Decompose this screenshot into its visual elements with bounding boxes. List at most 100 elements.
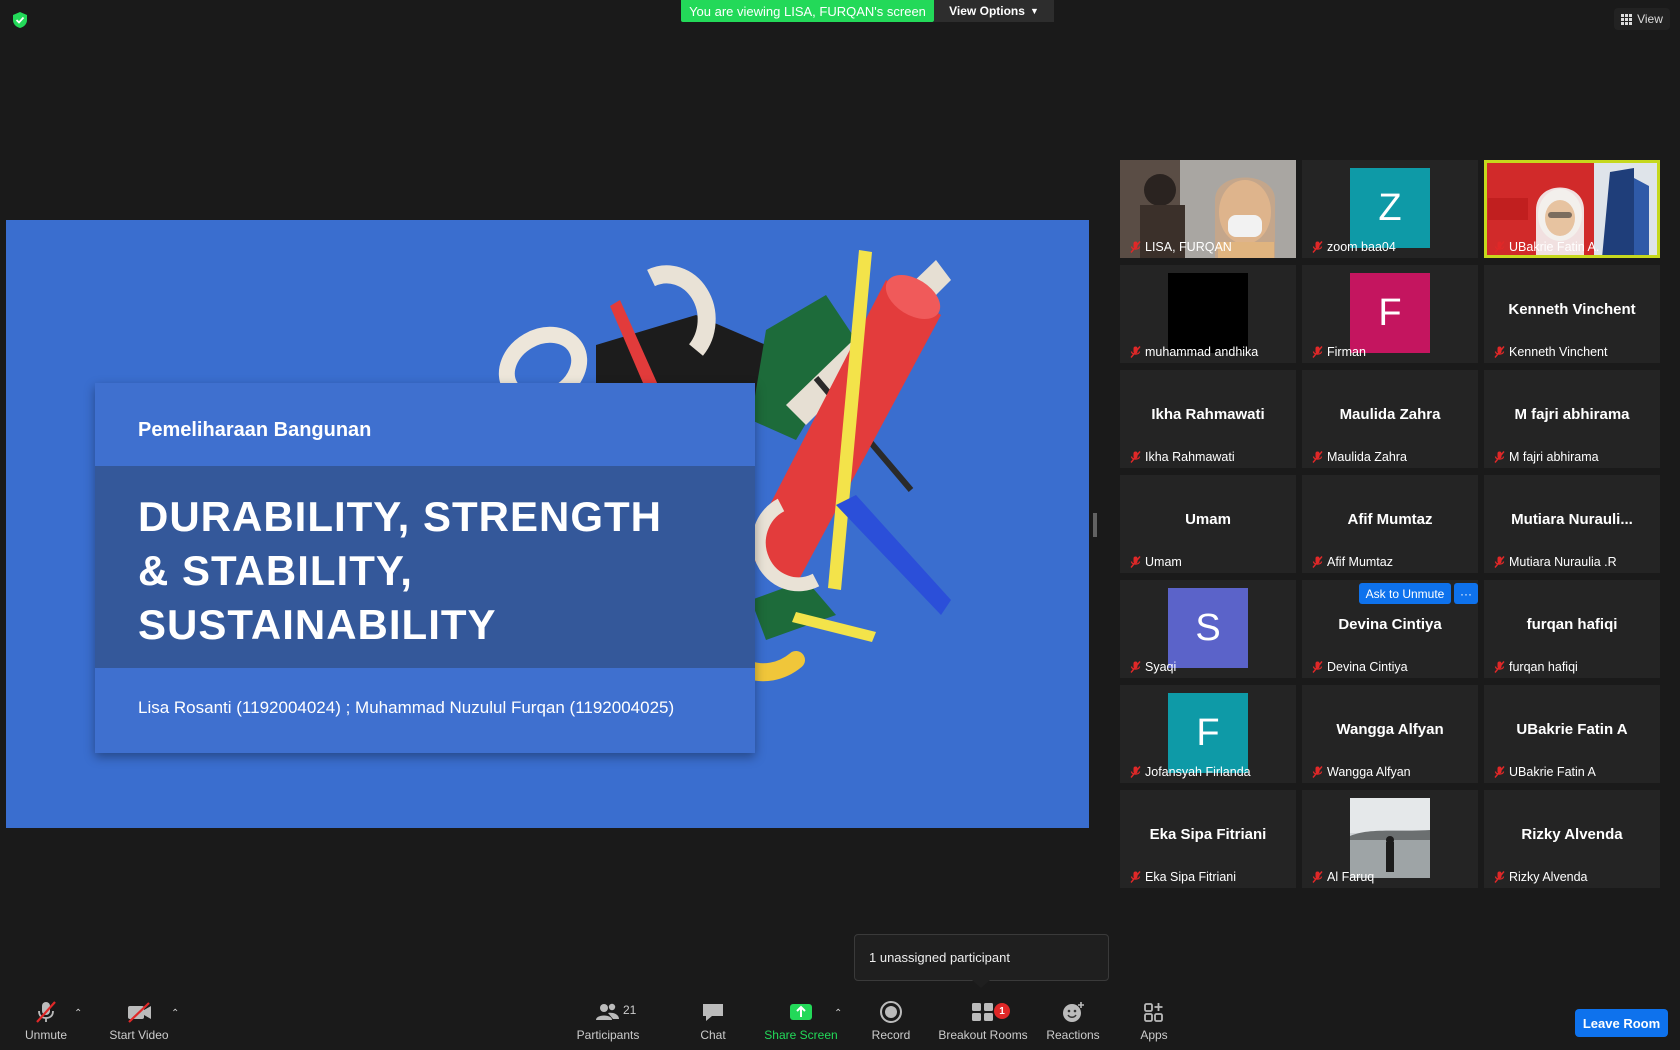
chat-button[interactable]: Chat	[690, 1000, 736, 1050]
participant-name-label: furqan hafiqi	[1494, 660, 1578, 674]
shared-screen-slide[interactable]: Pemeliharaan Bangunan DURABILITY, STRENG…	[6, 220, 1089, 828]
ask-to-unmute-button[interactable]: Ask to Unmute	[1359, 583, 1451, 604]
participant-display-name: Kenneth Vinchent	[1508, 301, 1636, 318]
participant-tile[interactable]: Mutiara Nurauli... Mutiara Nuraulia .R	[1484, 475, 1660, 573]
participant-name: Rizky Alvenda	[1509, 870, 1588, 884]
share-screen-label: Share Screen	[764, 1028, 838, 1042]
view-button[interactable]: View	[1614, 8, 1670, 30]
participant-name: Kenneth Vinchent	[1509, 345, 1608, 359]
participant-name-label: Syaqi	[1130, 660, 1176, 674]
participant-display-name: Umam	[1185, 511, 1231, 528]
participant-tile[interactable]: Ikha Rahmawati Ikha Rahmawati	[1120, 370, 1296, 468]
unmute-button[interactable]: Unmute	[20, 1000, 72, 1050]
slide-title-line: DURABILITY, STRENGTH	[138, 493, 662, 540]
view-options-button[interactable]: View Options ▼	[934, 0, 1054, 22]
microphone-muted-icon	[1312, 556, 1323, 568]
camera-off-icon	[128, 1002, 151, 1023]
unmute-label: Unmute	[24, 1028, 68, 1042]
participant-display-name: Devina Cintiya	[1338, 616, 1442, 633]
security-shield-icon[interactable]	[10, 10, 30, 30]
participant-name-label: muhammad andhika	[1130, 345, 1258, 359]
participant-name-label: Ikha Rahmawati	[1130, 450, 1235, 464]
participant-name: Mutiara Nuraulia .R	[1509, 555, 1617, 569]
participant-tile[interactable]: Rizky Alvenda Rizky Alvenda	[1484, 790, 1660, 888]
participant-tile[interactable]: Kenneth Vinchent Kenneth Vinchent	[1484, 265, 1660, 363]
participant-tile[interactable]: Umam Umam	[1120, 475, 1296, 573]
video-options-caret[interactable]: ⌃	[171, 1008, 179, 1019]
profile-photo	[1350, 798, 1430, 878]
microphone-muted-icon	[1494, 241, 1505, 253]
participant-name: Afif Mumtaz	[1327, 555, 1393, 569]
participant-avatar: Z	[1350, 168, 1430, 248]
grid-icon	[1621, 13, 1633, 25]
screen-share-banner: You are viewing LISA, FURQAN's screen	[681, 0, 934, 22]
participant-tile[interactable]: Al Faruq	[1302, 790, 1478, 888]
microphone-muted-icon	[1494, 451, 1505, 463]
start-video-label: Start Video	[109, 1028, 169, 1042]
participant-tile[interactable]: F Jofansyah Firlanda	[1120, 685, 1296, 783]
microphone-muted-icon	[36, 1001, 56, 1023]
participant-name-label: Umam	[1130, 555, 1182, 569]
participant-name: UBakrie Fatin A.	[1509, 240, 1600, 254]
participant-avatar: S	[1168, 588, 1248, 668]
microphone-muted-icon	[1494, 661, 1505, 673]
participant-tile[interactable]: M fajri abhirama M fajri abhirama	[1484, 370, 1660, 468]
record-button[interactable]: Record	[866, 1000, 916, 1050]
apps-label: Apps	[1140, 1028, 1168, 1042]
participant-tile[interactable]: furqan hafiqi furqan hafiqi	[1484, 580, 1660, 678]
slide-title-line: SUSTAINABILITY	[138, 601, 497, 648]
participant-name: Eka Sipa Fitriani	[1145, 870, 1237, 884]
participant-name-label: LISA, FURQAN	[1130, 240, 1232, 254]
participant-name: Maulida Zahra	[1327, 450, 1407, 464]
card-footer: Lisa Rosanti (1192004024) ; Muhammad Nuz…	[95, 668, 755, 753]
participant-tile[interactable]: UBakrie Fatin A.	[1484, 160, 1660, 258]
more-options-button[interactable]: ···	[1454, 583, 1478, 604]
apps-button[interactable]: Apps	[1138, 1000, 1170, 1050]
participant-tile[interactable]: Zzoom baa04	[1302, 160, 1478, 258]
unassigned-participant-tooltip: 1 unassigned participant	[854, 934, 1109, 981]
participant-name: zoom baa04	[1327, 240, 1396, 254]
participant-name: UBakrie Fatin A	[1509, 765, 1596, 779]
microphone-muted-icon	[1494, 871, 1505, 883]
participant-tile[interactable]: muhammad andhika	[1120, 265, 1296, 363]
start-video-button[interactable]: Start Video	[104, 1000, 174, 1050]
participant-tile[interactable]: Eka Sipa Fitriani Eka Sipa Fitriani	[1120, 790, 1296, 888]
microphone-muted-icon	[1130, 766, 1141, 778]
participant-tile[interactable]: UBakrie Fatin A UBakrie Fatin A	[1484, 685, 1660, 783]
participant-name: muhammad andhika	[1145, 345, 1259, 359]
participant-display-name: Eka Sipa Fitriani	[1149, 826, 1267, 843]
participant-name: Umam	[1145, 555, 1182, 569]
share-options-caret[interactable]: ⌃	[834, 1008, 842, 1019]
share-screen-button[interactable]: Share Screen	[764, 1000, 838, 1050]
participant-tile[interactable]: F Firman	[1302, 265, 1478, 363]
slide-authors: Lisa Rosanti (1192004024) ; Muhammad Nuz…	[138, 698, 675, 717]
microphone-muted-icon	[1494, 766, 1505, 778]
participant-name: Firman	[1327, 345, 1366, 359]
leave-room-button[interactable]: Leave Room	[1575, 1009, 1668, 1037]
panel-resize-handle[interactable]	[1093, 513, 1097, 537]
participant-name-label: zoom baa04	[1312, 240, 1396, 254]
participant-tile[interactable]: S Syaqi	[1120, 580, 1296, 678]
microphone-muted-icon	[1312, 451, 1323, 463]
course-name: Pemeliharaan Bangunan	[138, 419, 372, 441]
reactions-button[interactable]: Reactions	[1046, 1000, 1100, 1050]
participant-tile[interactable]: LISA, FURQAN	[1120, 160, 1296, 258]
breakout-rooms-icon	[972, 1003, 993, 1021]
participant-name-label: M fajri abhirama	[1494, 450, 1599, 464]
audio-options-caret[interactable]: ⌃	[74, 1008, 82, 1019]
participant-tile[interactable]: Afif Mumtaz Afif Mumtaz	[1302, 475, 1478, 573]
microphone-muted-icon	[1312, 241, 1323, 253]
participant-name-label: Devina Cintiya	[1312, 660, 1408, 674]
card-title-band: DURABILITY, STRENGTH & STABILITY, SUSTAI…	[95, 466, 755, 668]
participant-display-name: Wangga Alfyan	[1336, 721, 1444, 738]
participant-tile[interactable]: Maulida Zahra Maulida Zahra	[1302, 370, 1478, 468]
slide-title-line: & STABILITY,	[138, 547, 413, 594]
microphone-muted-icon	[1494, 556, 1505, 568]
breakout-rooms-label: Breakout Rooms	[938, 1028, 1028, 1042]
breakout-rooms-button[interactable]: Breakout Rooms	[937, 1000, 1029, 1050]
participant-name-label: Jofansyah Firlanda	[1130, 765, 1251, 779]
participant-display-name: furqan hafiqi	[1526, 616, 1618, 633]
participant-name: Syaqi	[1145, 660, 1177, 674]
participant-name-label: UBakrie Fatin A.	[1494, 240, 1599, 254]
participant-tile[interactable]: Wangga Alfyan Wangga Alfyan	[1302, 685, 1478, 783]
